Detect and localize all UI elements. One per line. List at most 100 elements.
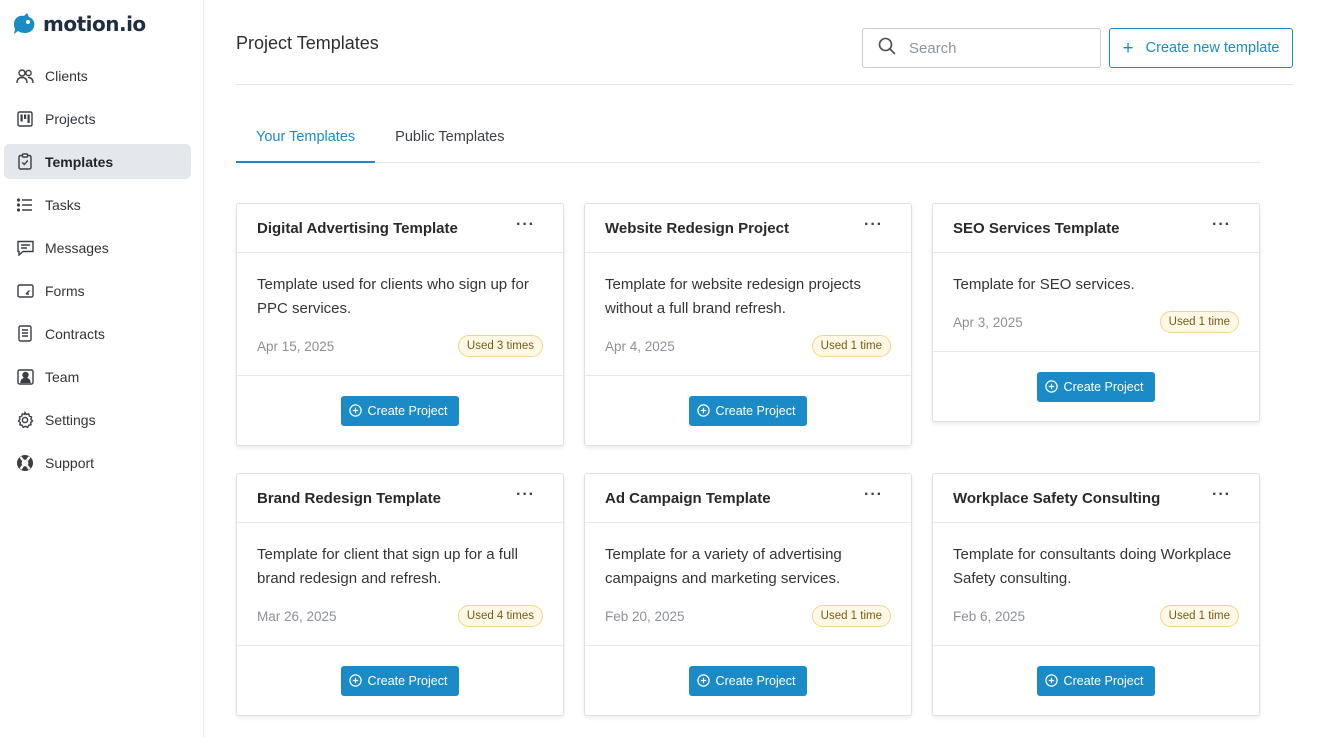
create-project-button[interactable]: Create Project: [688, 665, 808, 696]
create-project-label: Create Project: [367, 403, 448, 418]
sidebar-item-label: Forms: [45, 282, 85, 299]
sidebar-item-label: Support: [45, 454, 95, 471]
card-description: Template for client that sign up for a f…: [257, 546, 518, 587]
template-card: Brand Redesign Template ··· Template for…: [236, 473, 564, 716]
search-icon: [878, 37, 896, 60]
template-card: Ad Campaign Template ··· Template for a …: [584, 473, 912, 716]
usage-badge: Used 1 time: [1159, 605, 1239, 627]
card-header: Brand Redesign Template ···: [237, 474, 563, 523]
card-title: Website Redesign Project: [605, 219, 789, 237]
clipboard-check-icon: [16, 153, 34, 171]
more-options-icon[interactable]: ···: [516, 486, 535, 504]
plus-circle-icon: [696, 674, 710, 687]
card-title: Digital Advertising Template: [257, 219, 458, 237]
card-header: SEO Services Template ···: [933, 204, 1259, 253]
card-meta: Apr 3, 2025 Used 1 time: [953, 311, 1239, 333]
card-date: Feb 20, 2025: [605, 608, 685, 624]
more-options-icon[interactable]: ···: [864, 486, 883, 504]
card-body: Template used for clients who sign up fo…: [237, 253, 563, 357]
template-card: Digital Advertising Template ··· Templat…: [236, 203, 564, 446]
card-description: Template used for clients who sign up fo…: [257, 276, 529, 317]
card-body: Template for consultants doing Workplace…: [933, 523, 1259, 627]
create-project-label: Create Project: [367, 673, 448, 688]
card-meta: Mar 26, 2025 Used 4 times: [257, 605, 543, 627]
plus-circle-icon: [1044, 380, 1058, 393]
document-icon: [16, 325, 34, 343]
message-icon: [16, 239, 34, 257]
more-options-icon[interactable]: ···: [1212, 216, 1231, 234]
plus-circle-icon: [348, 404, 362, 417]
tab-your-templates[interactable]: Your Templates: [236, 112, 376, 163]
sidebar-item-label: Templates: [45, 153, 114, 170]
users-icon: [16, 67, 34, 85]
card-footer: Create Project: [585, 645, 911, 715]
usage-badge: Used 3 times: [457, 335, 543, 357]
card-date: Apr 15, 2025: [257, 338, 335, 354]
usage-badge: Used 1 time: [1159, 311, 1239, 333]
sidebar-item-contracts[interactable]: Contracts: [4, 316, 191, 351]
card-body: Template for website redesign projects w…: [585, 253, 911, 357]
card-description: Template for a variety of advertising ca…: [605, 546, 842, 587]
sidebar-nav: Clients Projects Templates Tasks Message…: [4, 58, 191, 488]
card-meta: Apr 4, 2025 Used 1 time: [605, 335, 891, 357]
sidebar-item-templates[interactable]: Templates: [4, 144, 191, 179]
lifebuoy-icon: [16, 454, 34, 472]
usage-badge: Used 4 times: [457, 605, 543, 627]
sidebar: motion.io Clients Projects Templates Tas…: [0, 0, 204, 737]
card-title: SEO Services Template: [953, 219, 1120, 237]
sidebar-item-label: Team: [45, 368, 80, 385]
card-date: Mar 26, 2025: [257, 608, 337, 624]
create-project-button[interactable]: Create Project: [340, 395, 460, 426]
create-project-label: Create Project: [1063, 379, 1144, 394]
list-icon: [16, 196, 34, 214]
sidebar-item-projects[interactable]: Projects: [4, 101, 191, 136]
usage-badge: Used 1 time: [811, 605, 891, 627]
sidebar-item-forms[interactable]: Forms: [4, 273, 191, 308]
sidebar-item-messages[interactable]: Messages: [4, 230, 191, 265]
sidebar-item-settings[interactable]: Settings: [4, 402, 191, 437]
sidebar-item-clients[interactable]: Clients: [4, 58, 191, 93]
sidebar-item-label: Contracts: [45, 325, 105, 342]
header-divider: [236, 84, 1293, 85]
card-description: Template for SEO services.: [953, 276, 1135, 293]
create-project-button[interactable]: Create Project: [1036, 371, 1156, 402]
more-options-icon[interactable]: ···: [1212, 486, 1231, 504]
create-new-template-label: Create new template: [1145, 40, 1280, 56]
template-card: Workplace Safety Consulting ··· Template…: [932, 473, 1260, 716]
card-date: Feb 6, 2025: [953, 608, 1026, 624]
card-title: Brand Redesign Template: [257, 489, 441, 507]
card-title: Workplace Safety Consulting: [953, 489, 1161, 507]
card-footer: Create Project: [237, 645, 563, 715]
sidebar-item-label: Settings: [45, 411, 96, 428]
main-content: Project Templates + Create new template …: [236, 0, 1293, 737]
kanban-icon: [16, 110, 34, 128]
create-project-button[interactable]: Create Project: [688, 395, 808, 426]
sidebar-item-label: Clients: [45, 67, 88, 84]
create-new-template-button[interactable]: + Create new template: [1109, 28, 1293, 68]
gear-icon: [16, 410, 34, 429]
card-header: Ad Campaign Template ···: [585, 474, 911, 523]
card-meta: Feb 20, 2025 Used 1 time: [605, 605, 891, 627]
more-options-icon[interactable]: ···: [516, 216, 535, 234]
create-project-button[interactable]: Create Project: [1036, 665, 1156, 696]
search-box[interactable]: [862, 28, 1101, 68]
brand-name: motion.io: [43, 12, 146, 36]
create-project-label: Create Project: [1063, 673, 1144, 688]
create-project-button[interactable]: Create Project: [340, 665, 460, 696]
card-date: Apr 4, 2025: [605, 338, 675, 354]
search-input[interactable]: [909, 39, 1079, 57]
logo[interactable]: motion.io: [11, 10, 146, 38]
sidebar-item-tasks[interactable]: Tasks: [4, 187, 191, 222]
tab-public-templates[interactable]: Public Templates: [375, 112, 524, 162]
usage-badge: Used 1 time: [811, 335, 891, 357]
sidebar-item-support[interactable]: Support: [4, 445, 191, 480]
card-header: Website Redesign Project ···: [585, 204, 911, 253]
sidebar-item-label: Messages: [45, 239, 109, 256]
card-footer: Create Project: [933, 351, 1259, 421]
card-meta: Apr 15, 2025 Used 3 times: [257, 335, 543, 357]
sidebar-item-team[interactable]: Team: [4, 359, 191, 394]
card-title: Ad Campaign Template: [605, 489, 771, 507]
more-options-icon[interactable]: ···: [864, 216, 883, 234]
card-description: Template for consultants doing Workplace…: [953, 546, 1232, 587]
plus-icon: +: [1122, 37, 1134, 59]
